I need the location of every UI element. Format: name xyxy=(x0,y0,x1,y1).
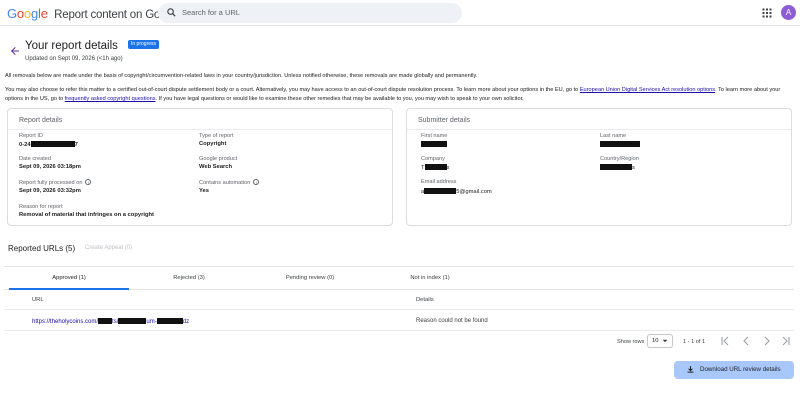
automation-label: Contains automation i xyxy=(199,179,260,186)
tab-rejected[interactable]: Rejected (3) xyxy=(129,267,249,290)
info-icon[interactable]: i xyxy=(85,179,92,185)
next-page-icon[interactable] xyxy=(762,336,772,346)
redaction xyxy=(156,318,183,324)
email-value: a 5@gmail.com xyxy=(421,188,492,195)
show-rows-label: Show rows xyxy=(617,339,645,345)
column-header-url: URL xyxy=(32,297,44,303)
divider xyxy=(4,330,794,331)
dispute-notice: You may also choose to refer this matter… xyxy=(5,87,781,102)
chevron-down-icon xyxy=(662,339,668,343)
copyright-faq-link[interactable]: frequently asked copyright questions xyxy=(65,96,156,102)
country-label: Country/Region xyxy=(600,156,639,162)
report-type-value: Copyright xyxy=(199,141,227,147)
redaction xyxy=(600,141,640,147)
eu-dsa-link[interactable]: European Union Digital Services Act reso… xyxy=(580,87,715,93)
prev-page-icon[interactable] xyxy=(741,336,751,346)
reason-label: Reason for report xyxy=(19,204,63,210)
google-logo[interactable]: Google Report content on Google xyxy=(7,6,181,21)
last-name-value xyxy=(600,141,640,148)
download-url-review-button[interactable]: Download URL review details xyxy=(674,361,794,379)
submitter-details-card: Submitter details First name Last name C… xyxy=(406,108,792,226)
card-title: Submitter details xyxy=(418,117,471,124)
redaction xyxy=(600,164,632,170)
redaction xyxy=(421,141,447,147)
company-label: Company xyxy=(421,156,445,162)
redaction xyxy=(118,318,147,324)
pagination-range: 1 - 1 of 1 xyxy=(683,339,706,345)
divider xyxy=(4,309,794,310)
last-page-icon[interactable] xyxy=(781,336,791,346)
url-status-tabs: Approved (1) Rejected (3) Pending review… xyxy=(4,266,794,290)
avatar[interactable]: A xyxy=(781,5,796,20)
back-arrow-icon[interactable] xyxy=(9,45,21,57)
updated-timestamp: Updated on Sept 09, 2026 (<1h ago) xyxy=(25,56,123,62)
reported-urls-heading: Reported URLs (5) xyxy=(8,244,76,253)
report-id-label: Report ID xyxy=(19,133,43,139)
status-badge: In progress xyxy=(128,40,160,49)
report-type-label: Type of report xyxy=(199,133,234,139)
redaction xyxy=(30,141,75,147)
apps-grid-icon[interactable] xyxy=(762,8,772,18)
company-value: Ts xyxy=(421,164,450,171)
rows-per-page-select[interactable]: 10 xyxy=(647,334,673,348)
page-title: Your report details xyxy=(25,40,118,52)
search-placeholder: Search for a URL xyxy=(182,8,240,17)
processed-label: Report fully processed on i xyxy=(19,179,92,186)
divider xyxy=(8,129,392,130)
email-label: Email address xyxy=(421,179,457,185)
tab-not-in-index[interactable]: Not in index (1) xyxy=(370,267,490,290)
reported-url-link[interactable]: https://theholycoins.com/ts/um-dz xyxy=(32,318,189,325)
country-value: s xyxy=(600,164,635,171)
automation-value: Yes xyxy=(199,188,209,194)
processed-value: Sept 09, 2026 03:32pm xyxy=(19,188,81,194)
search-icon xyxy=(167,8,176,17)
first-page-icon[interactable] xyxy=(720,336,730,346)
date-created-value: Sept 09, 2026 03:18pm xyxy=(19,164,81,170)
create-appeal-button[interactable]: Create Appeal (0) xyxy=(85,245,132,251)
divider xyxy=(407,129,791,130)
column-header-details: Details xyxy=(416,297,434,303)
last-name-label: Last name xyxy=(600,133,627,139)
redaction xyxy=(98,318,113,324)
top-bar: Google Report content on Google Search f… xyxy=(0,0,800,26)
first-name-value xyxy=(421,141,447,148)
card-title: Report details xyxy=(19,117,63,124)
tab-approved[interactable]: Approved (1) xyxy=(9,267,129,290)
redaction xyxy=(424,188,457,194)
reason-value: Removal of material that infringes on a … xyxy=(19,212,154,218)
report-id-value: 0-24 7 xyxy=(19,141,78,148)
removal-notice: All removals below are made under the ba… xyxy=(5,73,478,79)
search-input[interactable]: Search for a URL xyxy=(158,3,462,23)
report-details-card: Report details Report ID 0-24 7 Type of r… xyxy=(7,108,393,226)
redaction xyxy=(424,164,447,170)
date-created-label: Date created xyxy=(19,156,52,162)
download-icon xyxy=(687,366,694,373)
google-product-value: Web Search xyxy=(199,164,233,170)
tab-pending-review[interactable]: Pending review (0) xyxy=(250,267,370,290)
url-detail: Reason could not be found xyxy=(416,318,488,324)
info-icon[interactable]: i xyxy=(253,179,260,185)
first-name-label: First name xyxy=(421,133,448,139)
google-product-label: Google product xyxy=(199,156,238,162)
